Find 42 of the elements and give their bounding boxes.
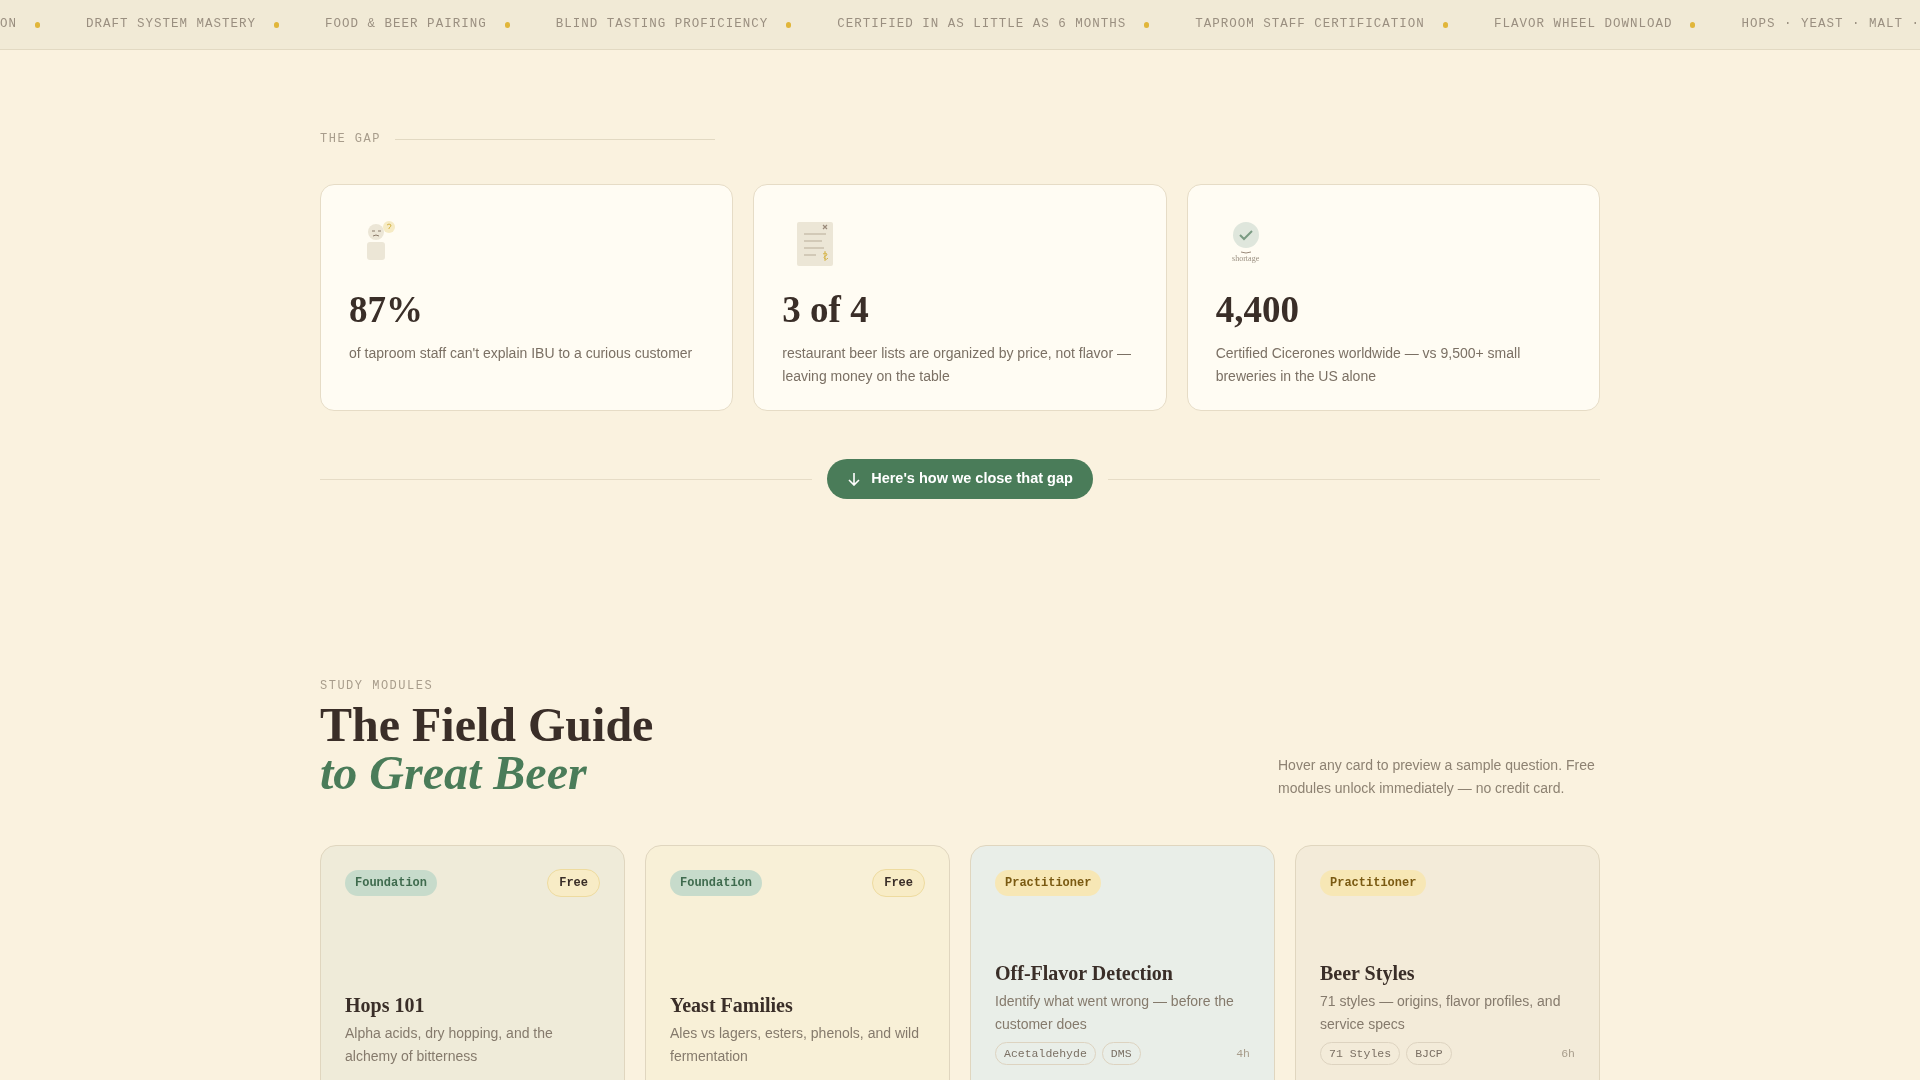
module-card[interactable]: Practitioner Off-Flavor Detection Identify what went wrong — before the customer does Acetaldehyde DMS 4h (970, 845, 1275, 1080)
ticker-item: BLIND TASTING PROFICIENCY (555, 16, 769, 34)
level-tag: Practitioner (1320, 870, 1427, 896)
ticker-item: FOOD & BEER PAIRING (325, 16, 487, 34)
stat-description: of taproom staff can't explain IBU to a curious customer (349, 344, 694, 363)
ticker-item: TAPROOM STAFF CERTIFICATION (1195, 16, 1425, 34)
module-description: Identify what went wrong — before the customer does (995, 992, 1235, 1034)
module-card[interactable]: Practitioner Beer Styles 71 styles — origins, flavor profiles, and service specs 71 Styles BJCP 6h (1295, 845, 1600, 1080)
level-tag: Foundation (345, 870, 437, 896)
receipt-icon (796, 221, 835, 267)
module-description: Ales vs lagers, esters, phenols, and wild fermentation (670, 1024, 920, 1066)
stat-description: restaurant beer lists are organized by price, not flavor — leaving money on the table (782, 344, 1132, 386)
scroll-button[interactable]: Here's how we close that gap (827, 459, 1093, 499)
ticker-item: FLAVOR WHEEL DOWNLOAD (1493, 16, 1673, 34)
section-eyebrow: STUDY MODULES (320, 678, 435, 695)
module-title: Yeast Families (670, 993, 794, 1018)
module-card[interactable]: Foundation Free Hops 101 Alpha acids, dry hopping, and the alchemy of bitterness (320, 845, 625, 1080)
module-title: Beer Styles (1320, 961, 1416, 986)
module-description: 71 styles — origins, flavor profiles, and service specs (1320, 992, 1562, 1034)
level-tag: Foundation (670, 870, 762, 896)
module-card[interactable]: Foundation Free Yeast Families Ales vs lagers, esters, phenols, and wild fermentation (645, 845, 950, 1080)
stat-value: 3 of 4 (782, 291, 870, 328)
module-title: Hops 101 (345, 993, 426, 1018)
price-tag: Free (547, 869, 600, 897)
section-note: Hover any card to preview a sample question. Free modules unlock immediately — no credit card. (1278, 756, 1596, 798)
stat-value: 4,400 (1215, 291, 1300, 328)
ticker-item: HOPS · YEAST · MALT · (1741, 16, 1920, 34)
module-title: Off-Flavor Detection (995, 961, 1174, 986)
module-description: Alpha acids, dry hopping, and the alchemy of bitterness (345, 1024, 554, 1066)
ticker-item: CERTIFIED IN AS LITTLE AS 6 MONTHS (837, 16, 1127, 34)
section-title: The Field Guide (320, 701, 654, 749)
stat-description: Certified Cicerones worldwide — vs 9,500+ small breweries in the US alone (1215, 344, 1522, 386)
arrow-down-icon (847, 472, 862, 486)
ticker-item: DRAFT SYSTEM MASTERY (86, 16, 257, 34)
ticker-item: ON (0, 16, 17, 34)
price-tag: Free (872, 869, 925, 897)
section-label: THE GAP (320, 131, 381, 148)
duration-label: 6h (1561, 1046, 1575, 1062)
section-title-accent: to Great Beer (320, 749, 588, 797)
level-tag: Practitioner (995, 870, 1102, 896)
duration-label: 4h (1236, 1046, 1250, 1062)
stat-value: 87% (349, 291, 424, 328)
